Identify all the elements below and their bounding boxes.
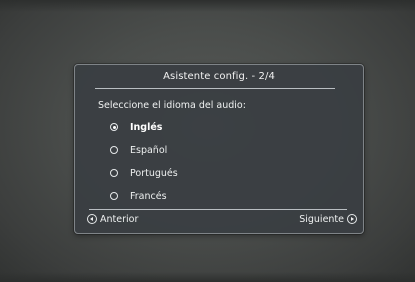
dialog-title: Asistente config. - 2/4	[163, 71, 275, 82]
top-shadow	[0, 0, 415, 12]
next-button[interactable]: Siguiente	[299, 212, 357, 226]
next-label: Siguiente	[299, 213, 344, 225]
radio-empty-icon	[110, 169, 118, 177]
setup-wizard-dialog: Asistente config. - 2/4 Seleccione el id…	[74, 64, 364, 234]
option-label: Español	[130, 144, 168, 156]
option-label: Francés	[130, 190, 167, 202]
circled-right-arrow-icon	[347, 214, 357, 224]
previous-button[interactable]: Anterior	[87, 212, 138, 226]
radio-empty-icon	[110, 146, 118, 154]
option-ingles[interactable]: Inglés	[110, 120, 162, 134]
option-label: Portugués	[130, 167, 178, 179]
radio-empty-icon	[110, 192, 118, 200]
bottom-shadow	[0, 272, 415, 282]
radio-selected-icon	[110, 123, 118, 131]
audio-language-prompt: Seleccione el idioma del audio:	[98, 100, 246, 111]
footer-divider	[89, 209, 347, 210]
option-portugues[interactable]: Portugués	[110, 166, 178, 180]
option-espanol[interactable]: Español	[110, 143, 167, 157]
option-label: Inglés	[130, 121, 163, 133]
title-divider	[95, 88, 335, 89]
previous-label: Anterior	[100, 213, 139, 225]
circled-left-arrow-icon	[87, 214, 97, 224]
option-frances[interactable]: Francés	[110, 189, 167, 203]
